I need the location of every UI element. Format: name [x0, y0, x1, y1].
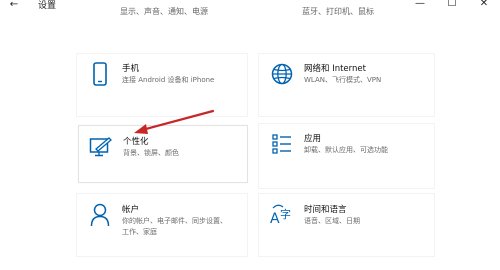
settings-item-time-language[interactable]: A 字 时间和语言 语音、区域、日期	[270, 203, 440, 263]
time-language-icon: A 字	[270, 203, 294, 227]
settings-item-apps[interactable]: 应用 卸载、默认应用、可选功能	[270, 132, 440, 192]
svg-text:A: A	[270, 211, 280, 227]
cut-off-item-desc-left[interactable]: 显示、声音、通知、电源	[120, 6, 208, 17]
apps-list-icon	[270, 132, 294, 156]
item-title: 个性化	[123, 137, 149, 147]
title-bar: ← 设置 — ☐ ✕	[0, 0, 500, 14]
phone-icon	[88, 62, 112, 86]
item-description: 语音、区域、日期	[304, 217, 360, 225]
item-description: 背景、锁屏、颜色	[123, 149, 179, 157]
account-icon	[88, 203, 112, 227]
item-title: 应用	[304, 134, 322, 144]
window-controls: — ☐ ✕	[404, 0, 500, 10]
settings-window: ← 设置 — ☐ ✕ 显示、声音、通知、电源 蓝牙、打印机、鼠标 手机 连接 A…	[0, 0, 500, 270]
settings-item-phone[interactable]: 手机 连接 Android 设备和 iPhone	[88, 62, 258, 122]
minimize-button[interactable]: —	[404, 0, 436, 10]
item-title: 手机	[122, 64, 140, 74]
close-button[interactable]: ✕	[468, 0, 500, 10]
settings-item-network[interactable]: 网络和 Internet WLAN、飞行模式、VPN	[270, 62, 440, 122]
item-description: 卸载、默认应用、可选功能	[304, 146, 388, 154]
cut-off-item-desc-right[interactable]: 蓝牙、打印机、鼠标	[302, 6, 374, 17]
window-title: 设置	[38, 1, 57, 11]
item-description: WLAN、飞行模式、VPN	[304, 76, 382, 84]
svg-text:字: 字	[280, 207, 291, 221]
back-arrow-icon: ←	[9, 0, 19, 10]
item-title: 帐户	[122, 205, 140, 215]
settings-item-accounts[interactable]: 帐户 你的帐户、电子邮件、同步设置、 工作、家庭	[88, 203, 258, 263]
item-description: 你的帐户、电子邮件、同步设置、 工作、家庭	[122, 217, 227, 236]
maximize-button[interactable]: ☐	[436, 0, 468, 10]
personalization-icon	[89, 135, 113, 159]
back-button[interactable]: ←	[6, 0, 22, 11]
item-description: 连接 Android 设备和 iPhone	[122, 76, 215, 84]
globe-icon	[270, 62, 294, 86]
item-title: 时间和语言	[304, 205, 347, 215]
settings-item-personalization[interactable]: 个性化 背景、锁屏、颜色	[78, 125, 248, 183]
item-title: 网络和 Internet	[304, 64, 366, 74]
